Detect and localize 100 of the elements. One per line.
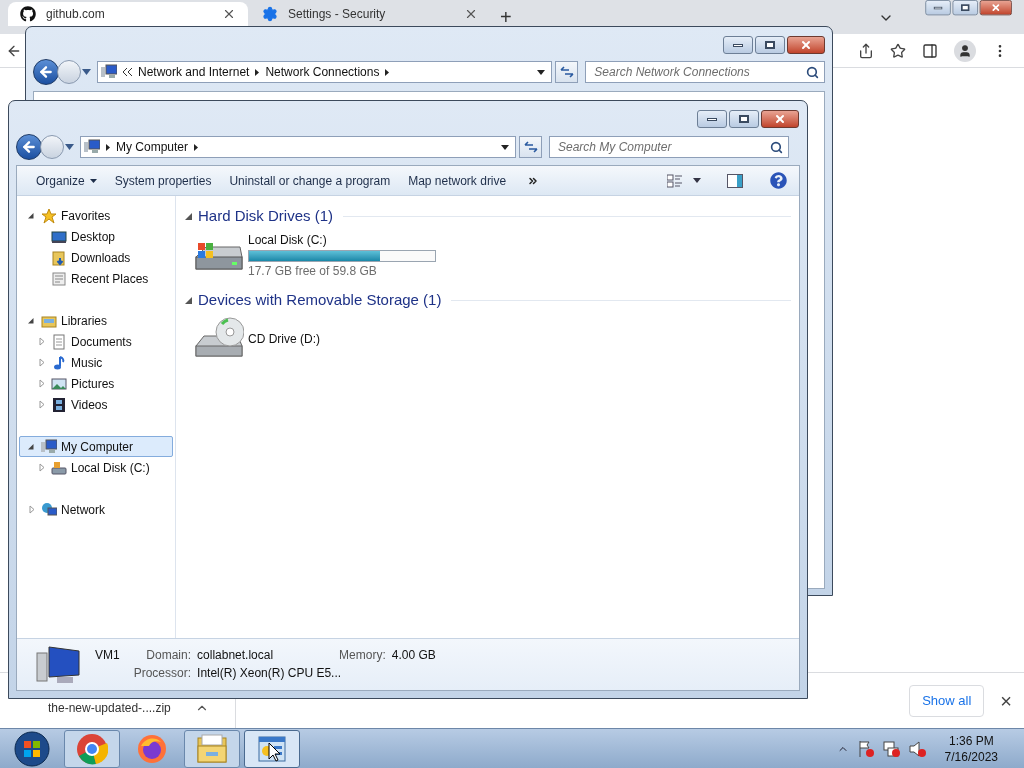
- maximize-button[interactable]: [729, 110, 759, 128]
- close-button[interactable]: [761, 110, 799, 128]
- show-all-button[interactable]: Show all: [909, 684, 985, 717]
- drive-item[interactable]: Local Disk (C:) 17.7 GB free of 59.8 GB: [185, 227, 442, 283]
- downloads-folder-icon: [51, 249, 67, 266]
- tree-item[interactable]: Documents: [19, 331, 173, 352]
- drive-icon: [51, 459, 67, 476]
- settings-icon: [262, 6, 278, 22]
- drive-item[interactable]: CD Drive (D:): [185, 311, 326, 367]
- tree-item[interactable]: Libraries: [19, 310, 173, 331]
- address-bar[interactable]: Network and Internet Network Connections: [97, 61, 553, 83]
- network-icon[interactable]: [882, 739, 901, 758]
- expanded-arrow-icon[interactable]: [27, 443, 37, 450]
- maximize-button[interactable]: [952, 0, 978, 16]
- clock-time[interactable]: 1:36 PM: [948, 732, 994, 749]
- minimize-button[interactable]: [723, 36, 753, 54]
- breadcrumb-arrow-icon: [194, 143, 199, 151]
- refresh-button[interactable]: [555, 61, 579, 83]
- overflow-chevron-icon: [123, 68, 132, 76]
- picture-icon: [51, 375, 67, 392]
- preview-pane-icon[interactable]: [727, 173, 743, 188]
- tree-item[interactable]: Recent Places: [19, 268, 173, 289]
- breadcrumb-item[interactable]: Network Connections: [265, 63, 380, 81]
- clock-date[interactable]: 7/16/2023: [944, 748, 998, 765]
- field-value: Intel(R) Xeon(R) CPU E5...: [197, 665, 343, 682]
- back-arrow-icon: [21, 139, 37, 155]
- tree-item[interactable]: Pictures: [19, 373, 173, 394]
- flag-icon[interactable]: [856, 739, 875, 758]
- folder-icon: [196, 733, 228, 764]
- minimize-button[interactable]: [697, 110, 727, 128]
- field-value: 4.00 GB: [391, 647, 436, 664]
- tree-item[interactable]: Downloads: [19, 247, 173, 268]
- tree-item[interactable]: Favorites: [19, 205, 173, 226]
- music-note-icon: [51, 354, 67, 371]
- close-button[interactable]: [979, 0, 1012, 16]
- profile-icon[interactable]: [954, 39, 976, 62]
- tree-item[interactable]: Desktop: [19, 226, 173, 247]
- breadcrumb-arrow-icon: [106, 143, 110, 151]
- close-button[interactable]: [787, 36, 825, 54]
- toolbar-button[interactable]: System properties: [105, 167, 221, 194]
- taskbar-button[interactable]: [184, 729, 240, 768]
- breadcrumb-item[interactable]: Network and Internet: [138, 63, 250, 81]
- help-icon[interactable]: [770, 172, 787, 189]
- tree-item[interactable]: My Computer: [19, 436, 173, 457]
- view-caret-icon[interactable]: [693, 178, 701, 183]
- breadcrumb-arrow-icon: [385, 68, 390, 76]
- person-icon: [958, 43, 972, 58]
- field-label: Domain:: [145, 647, 192, 664]
- breadcrumb-arrow-icon: [255, 68, 260, 76]
- address-bar[interactable]: My Computer: [80, 136, 516, 158]
- maximize-button[interactable]: [755, 36, 785, 54]
- dropdown-caret-icon[interactable]: [501, 144, 509, 150]
- refresh-arrows-icon: [523, 141, 538, 153]
- computer-icon: [41, 438, 57, 455]
- mouse-cursor-icon: [268, 742, 282, 762]
- history-caret-icon[interactable]: [65, 144, 74, 150]
- toolbar-button[interactable]: Uninstall or change a program: [220, 167, 400, 194]
- menu-caret-icon: [89, 178, 97, 183]
- maximize-icon: [961, 4, 970, 12]
- volume-icon[interactable]: [908, 739, 927, 758]
- minimize-icon: [733, 43, 743, 47]
- taskbar-button[interactable]: [244, 729, 300, 768]
- tree-item[interactable]: Music: [19, 352, 173, 373]
- side-panel-icon[interactable]: [922, 42, 938, 59]
- github-icon: [20, 6, 36, 22]
- group-header[interactable]: Devices with Removable Storage (1): [185, 289, 791, 311]
- new-tab-button[interactable]: +: [500, 7, 512, 27]
- expanded-arrow-icon: [185, 296, 192, 304]
- group-header[interactable]: Hard Disk Drives (1): [185, 205, 791, 227]
- field-label: Processor:: [133, 665, 192, 682]
- back-button[interactable]: [16, 134, 42, 160]
- browser-tab[interactable]: github.com: [8, 2, 248, 26]
- toolbar-button[interactable]: Map network drive: [399, 167, 516, 194]
- computer-icon: [101, 64, 117, 80]
- tree-item[interactable]: Videos: [19, 394, 173, 415]
- expanded-arrow-icon[interactable]: [27, 212, 37, 219]
- close-tab-icon[interactable]: [464, 7, 478, 21]
- close-download-bar-button[interactable]: ×: [1000, 690, 1012, 711]
- document-icon: [51, 333, 67, 350]
- film-icon: [51, 396, 67, 413]
- bookmark-star-icon[interactable]: [890, 42, 906, 59]
- share-icon[interactable]: [858, 42, 874, 59]
- tree-item[interactable]: Local Disk (C:): [19, 457, 173, 478]
- close-icon: [990, 2, 1001, 13]
- expanded-arrow-icon[interactable]: [27, 317, 37, 324]
- close-tab-icon[interactable]: [222, 7, 236, 21]
- download-file-name[interactable]: the-new-updated-....zip: [48, 698, 171, 717]
- windows-logo-icon: [14, 730, 50, 767]
- computer-name: VM1: [95, 647, 121, 664]
- view-options-icon[interactable]: [667, 173, 683, 188]
- taskbar-button[interactable]: [64, 729, 120, 768]
- refresh-button[interactable]: [519, 136, 542, 158]
- close-icon: [774, 113, 786, 125]
- star-icon: [41, 207, 57, 224]
- tree-item[interactable]: Network: [19, 499, 173, 520]
- browser-tab[interactable]: Settings - Security: [250, 2, 490, 26]
- toolbar-button[interactable]: Organize: [27, 167, 106, 194]
- back-button[interactable]: [33, 59, 59, 85]
- firefox-icon: [137, 733, 167, 764]
- breadcrumb-item[interactable]: My Computer: [116, 138, 189, 156]
